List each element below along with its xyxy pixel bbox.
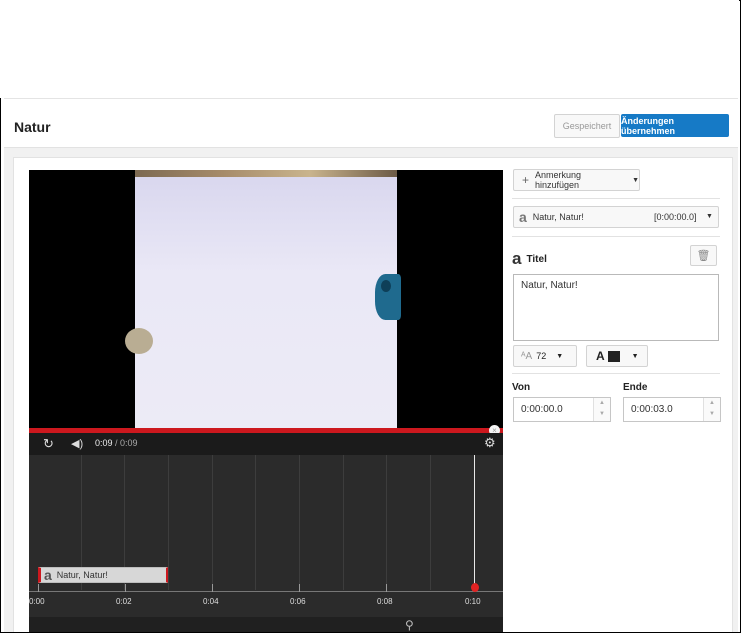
text-annotation-icon: a [519, 209, 527, 225]
annotation-clip[interactable]: a Natur, Natur! [38, 567, 168, 583]
font-color-select[interactable]: A ▼ [586, 345, 648, 367]
playhead[interactable] [474, 455, 475, 591]
duration: / 0:09 [115, 438, 138, 448]
replay-icon[interactable]: ↻ [43, 436, 54, 452]
frame-glove-shadow [381, 280, 391, 292]
player-controls: ↻ ◀︎) 0:09 / 0:09 ⚙ [29, 433, 503, 455]
end-label: Ende [623, 382, 648, 393]
annotation-timeline[interactable]: a Natur, Natur! 0:00 0:02 0:04 0:06 0:08… [29, 455, 503, 632]
caret-down-icon: ▼ [706, 213, 713, 220]
blank-area [0, 0, 739, 98]
annotation-select[interactable]: a Natur, Natur! [0:00:00.0] ▼ [513, 206, 719, 228]
timeline-footer: ⚲ [29, 617, 503, 632]
annotation-editor: Natur Gespeichert Änderungen übernehmen … [4, 98, 738, 632]
zoom-icon[interactable]: ⚲ [405, 618, 414, 632]
apply-changes-button[interactable]: Änderungen übernehmen [621, 114, 729, 137]
start-time-stepper[interactable]: ▲ ▼ [593, 398, 610, 421]
annotation-type-label: Titel [526, 253, 547, 265]
font-color-icon: A [596, 349, 605, 363]
tick-label: 0:04 [203, 597, 219, 606]
font-size-icon: ᴬA [521, 350, 533, 362]
frame-strip [135, 170, 397, 177]
annotation-text-input[interactable]: Natur, Natur! [513, 274, 719, 341]
tick-label: 0:06 [290, 597, 306, 606]
start-time-value: 0:00:00.0 [521, 404, 563, 415]
grid-line [212, 455, 213, 590]
grid-line [343, 455, 344, 590]
start-label: Von [512, 382, 531, 393]
add-annotation-label: Anmerkung hinzufügen [535, 170, 582, 190]
caret-down-icon: ▼ [632, 176, 639, 184]
grid-line [430, 455, 431, 590]
title-type-icon: a [512, 249, 522, 268]
current-time: 0:09 [95, 438, 113, 448]
video-player[interactable] [29, 170, 503, 428]
editor-header: Natur Gespeichert Änderungen übernehmen [4, 99, 738, 148]
tick-label: 0:10 [465, 597, 481, 606]
ruler-tick [299, 584, 300, 592]
page-title: Natur [14, 119, 51, 135]
text-annotation-icon: a [44, 567, 52, 583]
end-marker[interactable] [471, 583, 479, 592]
ruler-tick [212, 584, 213, 592]
time-ruler [29, 591, 503, 592]
annotation-type: a Titel [512, 249, 547, 269]
tick-label: 0:02 [116, 597, 132, 606]
annotation-name: Natur, Natur! [532, 212, 584, 222]
video-frame [125, 170, 401, 428]
ruler-tick [125, 584, 126, 592]
tick-label: 0:08 [377, 597, 393, 606]
frame-stone [125, 328, 153, 354]
start-time-input[interactable]: 0:00:00.0 ▲ ▼ [513, 397, 611, 422]
divider [512, 373, 720, 374]
add-annotation-button[interactable]: + Anmerkung hinzufügen ▼ [513, 169, 640, 191]
end-time-stepper[interactable]: ▲ ▼ [703, 398, 720, 421]
volume-icon[interactable]: ◀︎) [71, 437, 83, 450]
clip-label: Natur, Natur! [56, 570, 108, 580]
grid-line [386, 455, 387, 590]
caret-down-icon: ▼ [556, 352, 564, 360]
plus-icon: + [522, 173, 530, 187]
ruler-tick [386, 584, 387, 592]
color-swatch [607, 350, 620, 362]
divider [512, 236, 720, 237]
gear-icon[interactable]: ⚙ [484, 435, 496, 451]
font-size-value: 72 [536, 351, 547, 361]
grid-line [255, 455, 256, 590]
end-time-value: 0:00:03.0 [631, 404, 673, 415]
ruler-tick [38, 584, 39, 592]
saved-button[interactable]: Gespeichert [554, 114, 620, 138]
trash-icon[interactable]: 🗑 [690, 245, 717, 266]
annotation-time: [0:00:00.0] [654, 212, 697, 222]
grid-line [299, 455, 300, 590]
grid-line [168, 455, 169, 590]
time-display: 0:09 / 0:09 [95, 438, 138, 448]
caret-down-icon: ▼ [631, 352, 639, 360]
end-time-input[interactable]: 0:00:03.0 ▲ ▼ [623, 397, 721, 422]
tick-label: 0:00 [29, 597, 45, 606]
divider [512, 198, 720, 199]
font-size-select[interactable]: ᴬA 72 ▼ [513, 345, 577, 367]
